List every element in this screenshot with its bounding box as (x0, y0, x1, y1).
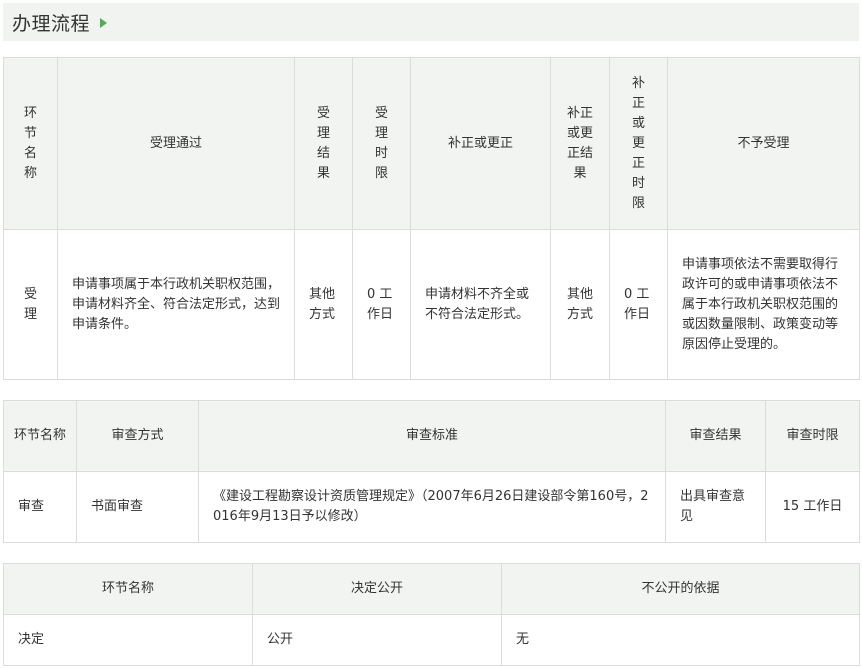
table-row: 审查 书面审查 《建设工程勘察设计资质管理规定》（2007年6月26日建设部令第… (3, 471, 860, 543)
header-correction: 补正或更正 (410, 57, 551, 230)
header-review-time: 审查时限 (765, 400, 860, 472)
table-row: 受理 申请事项属于本行政机关职权范围，申请材料齐全、符合法定形式，达到申请条件。… (3, 229, 860, 380)
cell-accept-result: 其他方式 (294, 229, 353, 380)
cell-review-standard: 《建设工程勘察设计资质管理规定》（2007年6月26日建设部令第160号，201… (198, 471, 666, 543)
header-correction-result: 补正或更正结果 (550, 57, 610, 230)
cell-accept-pass: 申请事项属于本行政机关职权范围，申请材料齐全、符合法定形式，达到申请条件。 (57, 229, 295, 380)
header-reject: 不予受理 (667, 57, 860, 230)
cell-review-result: 出具审查意见 (665, 471, 766, 543)
header-review-standard: 审查标准 (198, 400, 666, 472)
table-header-row: 环节名称 审查方式 审查标准 审查结果 审查时限 (3, 400, 860, 472)
cell-accept-time: 0 工作日 (352, 229, 411, 380)
cell-decision-public: 公开 (252, 614, 502, 666)
table-header-row: 环节名称 受理通过 受理结果 受理时限 补正或更正 补正或更正结果 补正或更正时… (3, 57, 860, 230)
header-accept-pass: 受理通过 (57, 57, 295, 230)
cell-stage-name: 决定 (3, 614, 253, 666)
section-header: 办理流程 (3, 3, 859, 41)
header-stage-name: 环节名称 (3, 400, 77, 472)
cell-stage-name: 审查 (3, 471, 77, 543)
header-correction-time: 补正或更正时限 (609, 57, 668, 230)
table-row: 决定 公开 无 (3, 614, 860, 666)
play-arrow-icon (100, 17, 108, 28)
acceptance-table: 环节名称 受理通过 受理结果 受理时限 补正或更正 补正或更正结果 补正或更正时… (3, 57, 860, 380)
table-header-row: 环节名称 决定公开 不公开的依据 (3, 563, 860, 615)
header-stage-name: 环节名称 (3, 57, 58, 230)
cell-correction: 申请材料不齐全或不符合法定形式。 (410, 229, 551, 380)
header-review-result: 审查结果 (665, 400, 766, 472)
header-accept-time: 受理时限 (352, 57, 411, 230)
review-table: 环节名称 审查方式 审查标准 审查结果 审查时限 审查 书面审查 《建设工程勘察… (3, 400, 860, 543)
cell-review-time: 15 工作日 (765, 471, 860, 543)
header-decision-public: 决定公开 (252, 563, 502, 615)
decision-table: 环节名称 决定公开 不公开的依据 决定 公开 无 (3, 563, 860, 666)
cell-review-method: 书面审查 (76, 471, 199, 543)
header-accept-result: 受理结果 (294, 57, 353, 230)
header-stage-name: 环节名称 (3, 563, 253, 615)
cell-non-public-basis: 无 (501, 614, 860, 666)
cell-correction-time: 0 工作日 (609, 229, 668, 380)
cell-stage-name: 受理 (3, 229, 58, 380)
header-non-public-basis: 不公开的依据 (501, 563, 860, 615)
section-title: 办理流程 (12, 12, 91, 35)
header-review-method: 审查方式 (76, 400, 199, 472)
cell-reject: 申请事项依法不需要取得行政许可的或申请事项依法不属于本行政机关职权范围的或因数量… (667, 229, 860, 380)
cell-correction-result: 其他方式 (550, 229, 610, 380)
